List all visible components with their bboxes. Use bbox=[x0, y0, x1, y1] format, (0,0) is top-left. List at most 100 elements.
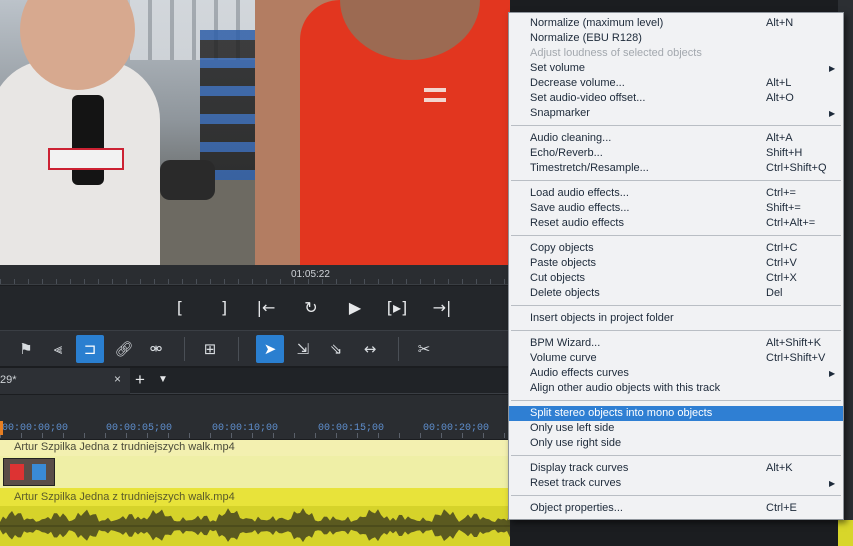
menu-item-timestretch-resample[interactable]: Timestretch/Resample... Ctrl+Shift+Q bbox=[509, 161, 843, 176]
menu-item-shortcut: Ctrl+Alt+= bbox=[766, 217, 816, 229]
menu-item-label: Cut objects bbox=[530, 272, 586, 284]
mixer-icon[interactable]: ⫷ bbox=[44, 335, 72, 363]
menu-item-label: Paste objects bbox=[530, 257, 597, 269]
menu-item-label: Save audio effects... bbox=[530, 202, 630, 214]
menu-item-normalize-ebu-r128[interactable]: Normalize (EBU R128) bbox=[509, 31, 843, 46]
menu-item-delete-objects[interactable]: Delete objects Del bbox=[509, 286, 843, 301]
pointer-icon[interactable]: ➤ bbox=[256, 335, 284, 363]
jump-previous-button[interactable]: |← bbox=[254, 298, 278, 318]
select-right-icon[interactable]: ⇘ bbox=[322, 335, 350, 363]
timeline-ruler[interactable]: 00:00:00;00 00:00:05;00 00:00:10;00 00:0… bbox=[0, 395, 510, 439]
menu-item-shortcut: Alt+A bbox=[766, 132, 793, 144]
preview-scrub-ruler[interactable]: 01:05:22 bbox=[0, 265, 510, 285]
menu-item-load-audio-effects[interactable]: Load audio effects... Ctrl+= bbox=[509, 186, 843, 201]
select-track-icon[interactable]: ⇲ bbox=[289, 335, 317, 363]
menu-separator bbox=[511, 125, 841, 126]
menu-item-only-use-right-side[interactable]: Only use right side bbox=[509, 436, 843, 451]
project-tab-row: 29* × + ▼ bbox=[0, 368, 510, 394]
app-window: 01:05:22 [ ] |← ↻ ▶ [▸] →| ⚑ ⫷ ⊐ 🔗︎ ⚮ ⊞ … bbox=[0, 0, 853, 546]
menu-separator bbox=[511, 330, 841, 331]
menu-item-echo-reverb[interactable]: Echo/Reverb... Shift+H bbox=[509, 146, 843, 161]
menu-item-save-audio-effects[interactable]: Save audio effects... Shift+= bbox=[509, 201, 843, 216]
menu-item-shortcut: Ctrl+= bbox=[766, 187, 796, 199]
clip-thumbnail bbox=[3, 458, 55, 486]
snap-icon[interactable]: ⊐ bbox=[76, 335, 104, 363]
stretch-icon[interactable]: ↔ bbox=[356, 335, 384, 363]
menu-item-normalize-maximum-level[interactable]: Normalize (maximum level) Alt+N bbox=[509, 16, 843, 31]
loop-icon[interactable]: ↻ bbox=[299, 298, 323, 318]
menu-item-display-track-curves[interactable]: Display track curves Alt+K bbox=[509, 461, 843, 476]
preview-mic-flag bbox=[48, 148, 124, 170]
submenu-arrow-icon: ▶ bbox=[829, 479, 836, 488]
menu-item-paste-objects[interactable]: Paste objects Ctrl+V bbox=[509, 256, 843, 271]
add-tab-icon[interactable]: + bbox=[135, 370, 145, 390]
unlink-icon[interactable]: ⚮ bbox=[142, 335, 170, 363]
video-preview bbox=[0, 0, 510, 265]
insert-icon[interactable]: ⊞ bbox=[196, 335, 224, 363]
menu-item-shortcut: Ctrl+Shift+Q bbox=[766, 162, 827, 174]
video-clip[interactable] bbox=[0, 456, 510, 488]
set-in-mark-button[interactable]: [ bbox=[168, 298, 192, 318]
menu-item-cut-objects[interactable]: Cut objects Ctrl+X bbox=[509, 271, 843, 286]
menu-item-insert-objects-in-project-folder[interactable]: Insert objects in project folder bbox=[509, 311, 843, 326]
menu-separator bbox=[511, 235, 841, 236]
menu-item-align-other-audio-objects-with-this-track[interactable]: Align other audio objects with this trac… bbox=[509, 381, 843, 396]
set-out-mark-button[interactable]: ] bbox=[212, 298, 236, 318]
menu-item-label: Timestretch/Resample... bbox=[530, 162, 649, 174]
menu-item-shortcut: Ctrl+C bbox=[766, 242, 798, 254]
thumbnail-shape bbox=[10, 464, 24, 480]
submenu-arrow-icon: ▶ bbox=[829, 369, 836, 378]
toolbar-divider bbox=[184, 337, 185, 361]
menu-item-split-stereo-objects-into-mono-objects[interactable]: Split stereo objects into mono objects bbox=[509, 406, 843, 421]
menu-item-set-volume[interactable]: Set volume ▶ bbox=[509, 61, 843, 76]
play-range-button[interactable]: [▸] bbox=[385, 298, 409, 318]
jump-next-button[interactable]: →| bbox=[430, 298, 454, 318]
menu-item-label: Split stereo objects into mono objects bbox=[530, 407, 713, 419]
close-icon[interactable]: × bbox=[114, 372, 121, 386]
scissors-icon[interactable]: ✂ bbox=[410, 335, 438, 363]
menu-item-shortcut: Alt+Shift+K bbox=[766, 337, 822, 349]
menu-item-label: Insert objects in project folder bbox=[530, 312, 674, 324]
tab-project[interactable]: 29* bbox=[0, 368, 130, 394]
menu-item-shortcut: Ctrl+E bbox=[766, 502, 797, 514]
menu-item-snapmarker[interactable]: Snapmarker ▶ bbox=[509, 106, 843, 121]
menu-item-shortcut: Ctrl+X bbox=[766, 272, 797, 284]
menu-item-label: Only use left side bbox=[530, 422, 615, 434]
menu-item-set-audio-video-offset[interactable]: Set audio-video offset... Alt+O bbox=[509, 91, 843, 106]
submenu-arrow-icon: ▶ bbox=[829, 109, 836, 118]
video-clip-title[interactable]: Artur Szpilka Jedna z trudniejszych walk… bbox=[0, 440, 510, 456]
menu-item-audio-effects-curves[interactable]: Audio effects curves ▶ bbox=[509, 366, 843, 381]
menu-item-volume-curve[interactable]: Volume curve Ctrl+Shift+V bbox=[509, 351, 843, 366]
menu-item-only-use-left-side[interactable]: Only use left side bbox=[509, 421, 843, 436]
flag-icon[interactable]: ⚑ bbox=[12, 335, 40, 363]
menu-item-reset-audio-effects[interactable]: Reset audio effects Ctrl+Alt+= bbox=[509, 216, 843, 231]
menu-item-reset-track-curves[interactable]: Reset track curves ▶ bbox=[509, 476, 843, 491]
menu-item-decrease-volume[interactable]: Decrease volume... Alt+L bbox=[509, 76, 843, 91]
menu-item-audio-cleaning[interactable]: Audio cleaning... Alt+A bbox=[509, 131, 843, 146]
playhead[interactable] bbox=[0, 421, 3, 435]
submenu-arrow-icon: ▶ bbox=[829, 64, 836, 73]
menu-item-shortcut: Shift+H bbox=[766, 147, 803, 159]
menu-item-label: Set audio-video offset... bbox=[530, 92, 646, 104]
menu-item-copy-objects[interactable]: Copy objects Ctrl+C bbox=[509, 241, 843, 256]
preview-timecode: 01:05:22 bbox=[291, 269, 330, 280]
toolbar-divider bbox=[398, 337, 399, 361]
menu-item-label: Display track curves bbox=[530, 462, 629, 474]
menu-item-label: Normalize (maximum level) bbox=[530, 17, 664, 29]
menu-item-shortcut: Alt+N bbox=[766, 17, 794, 29]
menu-separator bbox=[511, 455, 841, 456]
menu-item-label: Adjust loudness of selected objects bbox=[530, 47, 702, 59]
chevron-down-icon[interactable]: ▼ bbox=[158, 374, 168, 385]
menu-item-label: BPM Wizard... bbox=[530, 337, 601, 349]
menu-item-object-properties[interactable]: Object properties... Ctrl+E bbox=[509, 501, 843, 516]
audio-waveform[interactable] bbox=[0, 506, 510, 546]
play-button[interactable]: ▶ bbox=[343, 298, 367, 318]
link-icon[interactable]: 🔗︎ bbox=[110, 335, 138, 363]
menu-item-bpm-wizard[interactable]: BPM Wizard... Alt+Shift+K bbox=[509, 336, 843, 351]
menu-item-label: Object properties... bbox=[530, 502, 623, 514]
menu-separator bbox=[511, 305, 841, 306]
menu-item-label: Only use right side bbox=[530, 437, 622, 449]
menu-separator bbox=[511, 180, 841, 181]
preview-bag bbox=[160, 160, 215, 200]
audio-clip-title[interactable]: Artur Szpilka Jedna z trudniejszych walk… bbox=[0, 488, 510, 506]
